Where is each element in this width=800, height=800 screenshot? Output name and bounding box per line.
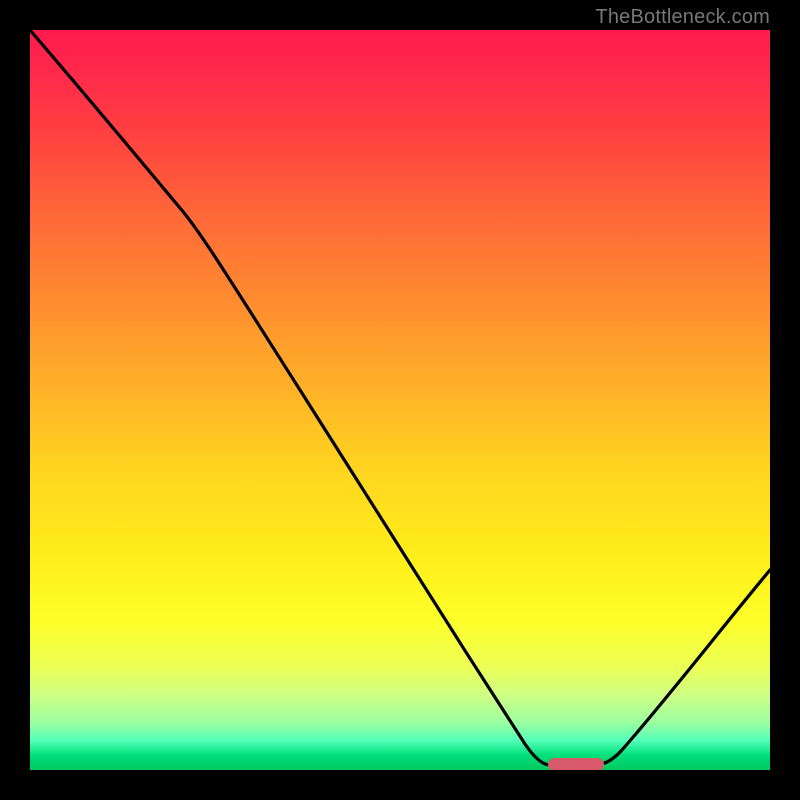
bottleneck-curve	[30, 30, 770, 765]
chart-svg	[30, 30, 770, 770]
optimal-range-marker	[548, 758, 604, 770]
attribution-text: TheBottleneck.com	[595, 6, 770, 29]
chart-frame	[30, 30, 770, 770]
